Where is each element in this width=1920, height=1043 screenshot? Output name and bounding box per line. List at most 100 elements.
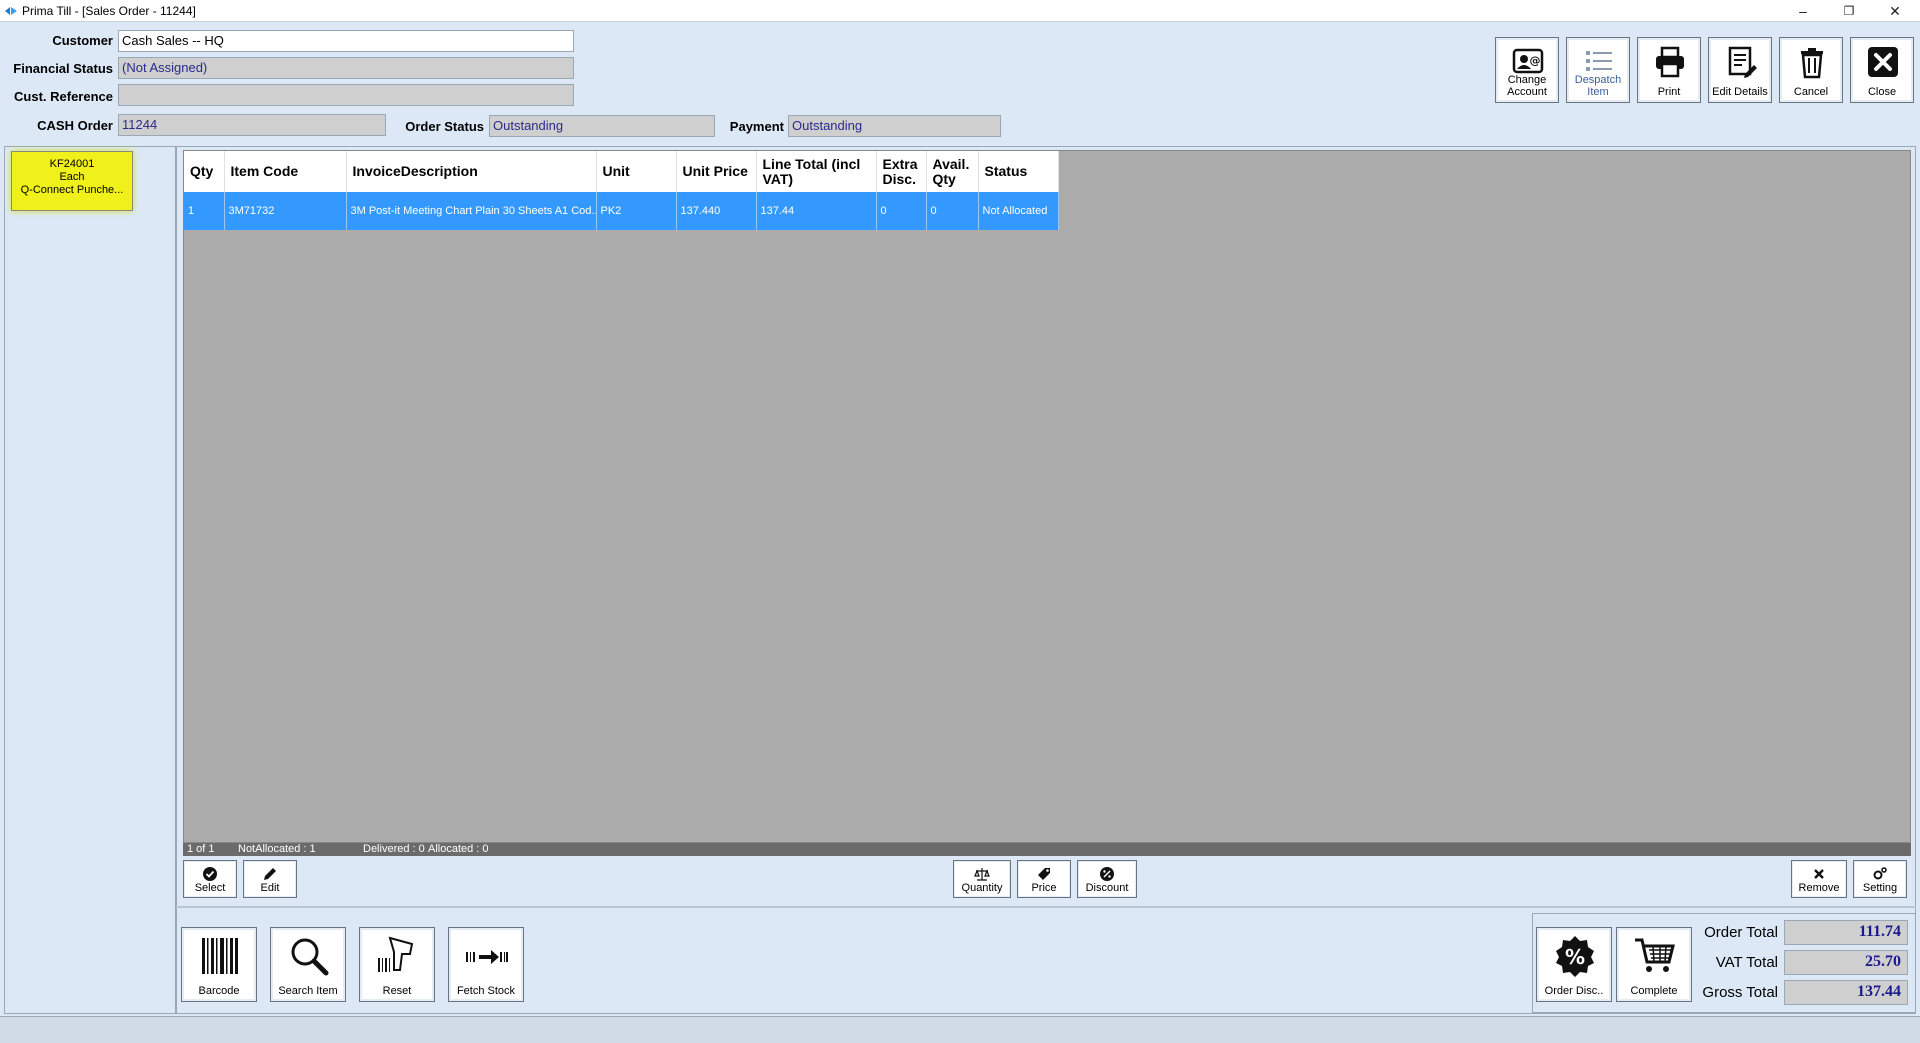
order-total-value: 111.74 — [1784, 920, 1908, 945]
column-header-avail-qty[interactable]: Avail. Qty — [926, 151, 979, 192]
order-lines-grid[interactable]: Qty Item Code InvoiceDescription Unit Un… — [183, 150, 1911, 843]
cell-qty[interactable]: 1 — [184, 192, 225, 230]
cell-line-total[interactable]: 137.44 — [756, 192, 877, 230]
despatch-item-label: Despatch Item — [1574, 74, 1622, 98]
column-header-unit-price[interactable]: Unit Price — [676, 151, 757, 192]
vat-total-label: VAT Total — [1715, 954, 1778, 971]
price-button[interactable]: Price — [1017, 860, 1071, 898]
printer-icon — [1656, 46, 1684, 78]
column-header-item-code[interactable]: Item Code — [224, 151, 347, 192]
quick-items-panel: KF24001 Each Q-Connect Punche... — [4, 146, 176, 1014]
search-icon — [291, 938, 329, 976]
cell-item-code[interactable]: 3M71732 — [224, 192, 347, 230]
cell-avail-qty[interactable]: 0 — [926, 192, 979, 230]
window-close-button[interactable]: ✕ — [1872, 0, 1918, 22]
close-icon — [1868, 47, 1898, 77]
fetch-stock-icon — [466, 950, 508, 964]
search-item-label: Search Item — [278, 985, 338, 997]
vat-total-value: 25.70 — [1784, 950, 1908, 975]
setting-button[interactable]: Setting — [1853, 860, 1907, 898]
quick-item-code: KF24001 — [49, 158, 95, 170]
barcode-scanner-icon — [378, 936, 414, 972]
close-label: Close — [1867, 86, 1897, 98]
close-button[interactable]: Close — [1850, 37, 1914, 103]
price-tag-icon — [1038, 868, 1050, 880]
barcode-button[interactable]: Barcode — [181, 927, 257, 1002]
gross-total-value: 137.44 — [1784, 980, 1908, 1005]
remove-button[interactable]: Remove — [1791, 860, 1847, 898]
search-item-button[interactable]: Search Item — [270, 927, 346, 1002]
complete-label: Complete — [1630, 985, 1678, 997]
select-label: Select — [194, 882, 226, 894]
cash-order-label: CASH Order — [37, 118, 113, 133]
gross-total-label: Gross Total — [1702, 984, 1778, 1001]
minimize-button[interactable]: – — [1780, 0, 1826, 22]
divider — [176, 906, 1916, 908]
financial-status-field[interactable]: (Not Assigned) — [118, 57, 574, 79]
grid-status-bar: 1 of 1 NotAllocated : 1 Delivered : 0 Al… — [183, 843, 1911, 856]
despatch-item-button[interactable]: Despatch Item — [1566, 37, 1630, 103]
edit-document-icon — [1728, 46, 1757, 78]
payment-label: Payment — [729, 119, 784, 134]
cell-status[interactable]: Not Allocated — [978, 192, 1059, 230]
trash-icon — [1801, 48, 1823, 79]
quick-item-description: Q-Connect Punche... — [20, 184, 124, 196]
customer-field[interactable]: Cash Sales -- HQ — [118, 30, 574, 52]
edit-button[interactable]: Edit — [243, 860, 297, 898]
not-allocated-count: NotAllocated : 1 — [238, 843, 316, 855]
table-row[interactable]: 1 3M71732 3M Post-it Meeting Chart Plain… — [184, 192, 1059, 230]
window-title: Prima Till - [Sales Order - 11244] — [22, 4, 196, 18]
cash-order-field[interactable]: 11244 — [118, 114, 386, 136]
print-button[interactable]: Print — [1637, 37, 1701, 103]
cancel-button[interactable]: Cancel — [1779, 37, 1843, 103]
change-account-label: Change Account — [1507, 74, 1547, 98]
check-circle-icon — [203, 867, 217, 881]
fetch-stock-button[interactable]: Fetch Stock — [448, 927, 524, 1002]
quick-item-tile[interactable]: KF24001 Each Q-Connect Punche... — [11, 151, 133, 211]
order-discount-button[interactable]: % Order Disc.. — [1536, 927, 1612, 1002]
edit-details-button[interactable]: Edit Details — [1708, 37, 1772, 103]
price-label: Price — [1031, 882, 1057, 894]
reset-button[interactable]: Reset — [359, 927, 435, 1002]
pencil-icon — [264, 868, 276, 880]
quantity-label: Quantity — [961, 882, 1003, 894]
percent-badge-icon: % — [1556, 936, 1594, 977]
app-icon — [5, 7, 17, 15]
column-header-qty[interactable]: Qty — [184, 151, 225, 192]
column-header-status[interactable]: Status — [978, 151, 1059, 192]
complete-button[interactable]: Complete — [1616, 927, 1692, 1002]
column-header-extra-disc[interactable]: Extra Disc. — [876, 151, 927, 192]
column-header-line-total[interactable]: Line Total (incl VAT) — [756, 151, 877, 192]
change-account-button[interactable]: @ Change Account — [1495, 37, 1559, 103]
cell-extra-disc[interactable]: 0 — [876, 192, 927, 230]
discount-badge-icon — [1100, 867, 1114, 881]
gear-icon — [1873, 867, 1887, 880]
cell-description[interactable]: 3M Post-it Meeting Chart Plain 30 Sheets… — [346, 192, 597, 230]
title-bar: Prima Till - [Sales Order - 11244] – ❐ ✕ — [0, 0, 1920, 22]
order-lines-table: Qty Item Code InvoiceDescription Unit Un… — [184, 151, 1059, 230]
customer-label: Customer — [52, 33, 113, 48]
close-icon — [1814, 869, 1824, 879]
quantity-button[interactable]: Quantity — [953, 860, 1011, 898]
barcode-icon — [202, 938, 238, 974]
column-header-description[interactable]: InvoiceDescription — [346, 151, 597, 192]
shopping-cart-icon — [1635, 938, 1675, 972]
column-header-unit[interactable]: Unit — [596, 151, 677, 192]
print-label: Print — [1657, 86, 1681, 98]
discount-button[interactable]: Discount — [1077, 860, 1137, 898]
discount-label: Discount — [1085, 882, 1129, 894]
payment-field[interactable]: Outstanding — [788, 115, 1001, 137]
svg-text:@: @ — [1530, 54, 1541, 67]
barcode-label: Barcode — [198, 985, 240, 997]
order-status-label: Order Status — [405, 119, 484, 134]
remove-label: Remove — [1798, 882, 1840, 894]
setting-label: Setting — [1862, 882, 1898, 894]
record-position: 1 of 1 — [187, 843, 215, 855]
cust-reference-field[interactable] — [118, 84, 574, 106]
restore-button[interactable]: ❐ — [1826, 0, 1872, 22]
cell-unit[interactable]: PK2 — [596, 192, 677, 230]
order-status-field[interactable]: Outstanding — [489, 115, 715, 137]
cell-unit-price[interactable]: 137.440 — [676, 192, 757, 230]
order-discount-label: Order Disc.. — [1544, 985, 1604, 997]
select-button[interactable]: Select — [183, 860, 237, 898]
